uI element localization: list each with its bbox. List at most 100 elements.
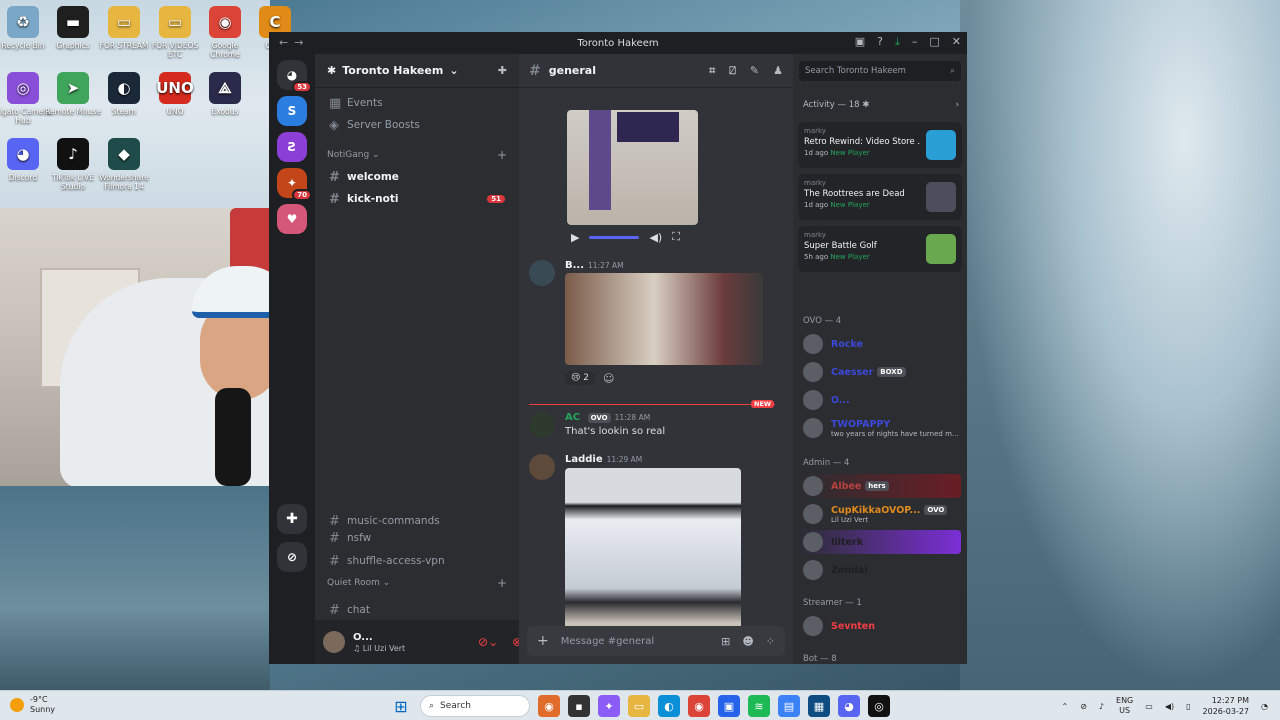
language-indicator[interactable]: ENG US xyxy=(1116,696,1133,716)
channel-kick-noti[interactable]: # kick-noti 51 xyxy=(315,188,519,210)
apps-icon[interactable]: ⁘ xyxy=(766,635,775,648)
member-row[interactable]: Rocke xyxy=(799,332,961,356)
chrome-icon[interactable]: ◉ xyxy=(688,695,710,717)
plus-icon: ✚ xyxy=(286,511,298,527)
desktop-icon[interactable]: ▭ FOR STREAM xyxy=(95,6,153,50)
server-icon[interactable]: ✦ 70 xyxy=(277,168,312,201)
avatar[interactable] xyxy=(529,454,555,480)
server-header[interactable]: ✱ Toronto Hakeem ⌄ ✚ xyxy=(315,54,519,88)
battery-icon[interactable]: ▯ xyxy=(1186,702,1190,711)
activity-card[interactable]: marky Retro Rewind: Video Store ... 1d ago… xyxy=(798,122,962,168)
member-row[interactable]: Illterk xyxy=(799,530,961,554)
notepad-icon[interactable]: ▤ xyxy=(778,695,800,717)
channel-shuffle-access-vpn[interactable]: # shuffle-access-vpn xyxy=(315,550,519,572)
member-row[interactable]: Caesser BOXD xyxy=(799,360,961,384)
threads-icon[interactable]: ⌗ xyxy=(709,64,715,78)
member-row[interactable]: O... xyxy=(799,388,961,412)
file-explorer-icon[interactable]: ▭ xyxy=(628,695,650,717)
message-composer[interactable]: + Message #general ⊞ ☻ ⁘ xyxy=(527,626,785,656)
activity-card[interactable]: marky Super Battle Golf 5h ago New Player xyxy=(798,226,962,272)
mic-muted-icon[interactable]: ⊘⌄ xyxy=(478,635,498,649)
desktop-icon[interactable]: ◆ Wondershare Filmora 14 xyxy=(95,138,153,191)
clock[interactable]: 12:27 PM 2026-03-27 xyxy=(1203,695,1250,717)
avatar[interactable] xyxy=(323,631,345,653)
message-author[interactable]: AC OVO 11:28 AM xyxy=(565,412,665,423)
channel-nsfw[interactable]: # nsfw xyxy=(315,527,519,549)
pin-icon[interactable]: ✎ xyxy=(750,64,759,78)
display-icon[interactable]: ▭ xyxy=(1145,702,1153,711)
help-icon[interactable]: ? xyxy=(877,35,883,49)
plus-icon[interactable]: + xyxy=(537,633,549,649)
channel-chat[interactable]: # chat xyxy=(315,599,519,621)
message-time: 11:29 AM xyxy=(606,455,643,464)
obs-icon[interactable]: ◎ xyxy=(868,695,890,717)
avatar[interactable] xyxy=(529,260,555,286)
bell-muted-icon[interactable]: ⍁ xyxy=(729,64,736,78)
download-icon[interactable]: ⤓ xyxy=(895,35,900,49)
create-channel-icon[interactable]: + xyxy=(497,148,507,162)
activity-card[interactable]: marky The Roottrees are Dead 1d ago New Pl… xyxy=(798,174,962,220)
events-item[interactable]: ▦ Events xyxy=(315,92,519,114)
add-reaction-icon[interactable]: ☺ xyxy=(603,372,614,385)
server-boosts-item[interactable]: ◈ Server Boosts xyxy=(315,114,519,136)
desktop-icon[interactable]: ➤ Remote Mouse xyxy=(44,72,102,116)
notifications-icon[interactable]: ◔ xyxy=(1261,702,1268,711)
app-icon[interactable]: ◉ xyxy=(538,695,560,717)
progress-bar[interactable] xyxy=(589,235,640,239)
desktop-icon[interactable]: ⟁ Exodus xyxy=(196,72,254,116)
close-button[interactable]: ✕ xyxy=(952,35,961,49)
spotify-icon[interactable]: ≋ xyxy=(748,695,770,717)
inbox-icon[interactable]: ▣ xyxy=(855,35,865,49)
member-row[interactable]: CupKikkaOVOP... OVO Lil Uzi Vert xyxy=(799,502,961,526)
member-row[interactable]: TWOPAPPY two years of nights have turned … xyxy=(799,416,961,440)
edge-icon[interactable]: ◐ xyxy=(658,695,680,717)
mic-icon[interactable]: ♪ xyxy=(1099,702,1104,711)
search-input[interactable]: Search Toronto Hakeem ⌕ xyxy=(799,61,961,81)
reaction-pill[interactable]: 😢 2 xyxy=(565,371,595,385)
video-embed[interactable] xyxy=(567,110,698,225)
member-row[interactable]: Albee hers xyxy=(799,474,961,498)
discover-button[interactable]: ⊘ xyxy=(277,542,307,572)
volume-icon[interactable]: ◀) xyxy=(1165,702,1174,711)
gift-icon[interactable]: ⊞ xyxy=(721,635,730,648)
add-server-button[interactable]: ✚ xyxy=(277,504,307,534)
category-notigang[interactable]: NotiGang ⌄ + xyxy=(315,144,519,166)
desktop-icon[interactable]: ♪ TikTok LIVE Studio xyxy=(44,138,102,191)
fullscreen-icon[interactable]: ⛶ xyxy=(672,230,680,244)
message-author[interactable]: Laddie 11:29 AM xyxy=(565,454,741,465)
discord-icon[interactable]: ◕ xyxy=(838,695,860,717)
activity-header[interactable]: Activity — 18 ✱ › xyxy=(803,100,959,110)
category-quiet-room[interactable]: Quiet Room ⌄ + xyxy=(315,572,519,594)
monitor-app-icon[interactable]: ▣ xyxy=(718,695,740,717)
play-icon[interactable]: ▶ xyxy=(571,231,579,244)
server-icon[interactable]: ♥ xyxy=(277,204,307,234)
photos-icon[interactable]: ▦ xyxy=(808,695,830,717)
create-channel-icon[interactable]: + xyxy=(497,576,507,590)
desktop-icon[interactable]: ▬ Graphics xyxy=(44,6,102,50)
member-row[interactable]: Sevnten xyxy=(799,614,961,638)
network-off-icon[interactable]: ⊘ xyxy=(1080,702,1087,711)
task-view-icon[interactable]: ▪ xyxy=(568,695,590,717)
weather-widget[interactable]: -9°C Sunny xyxy=(10,695,55,715)
member-row[interactable]: Zendai xyxy=(799,558,961,582)
emoji-icon[interactable]: ☻ xyxy=(742,635,753,648)
minimize-button[interactable]: – xyxy=(912,35,918,49)
channel-welcome[interactable]: # welcome xyxy=(315,166,519,188)
avatar[interactable] xyxy=(529,412,555,438)
members-icon[interactable]: ♟ xyxy=(773,64,783,78)
nav-arrows-icon[interactable]: ←→ xyxy=(279,36,309,49)
desktop-icon[interactable]: ◐ Steam xyxy=(95,72,153,116)
server-icon[interactable]: Ƨ xyxy=(277,132,307,162)
windows-start-icon[interactable]: ⊞ xyxy=(390,695,412,717)
maximize-button[interactable]: □ xyxy=(929,35,939,49)
chevron-up-icon[interactable]: ⌃ xyxy=(1062,702,1069,711)
volume-icon[interactable]: ◀) xyxy=(649,231,662,244)
taskbar-search[interactable]: ⌕ Search xyxy=(420,695,530,717)
image-attachment[interactable] xyxy=(565,273,763,365)
server-icon[interactable]: S xyxy=(277,96,307,126)
image-attachment[interactable] xyxy=(565,468,741,640)
invite-icon[interactable]: ✚ xyxy=(498,64,507,77)
home-button[interactable]: ◕ 53 xyxy=(277,60,312,93)
message-author[interactable]: B... 11:27 AM xyxy=(565,260,763,271)
copilot-icon[interactable]: ✦ xyxy=(598,695,620,717)
